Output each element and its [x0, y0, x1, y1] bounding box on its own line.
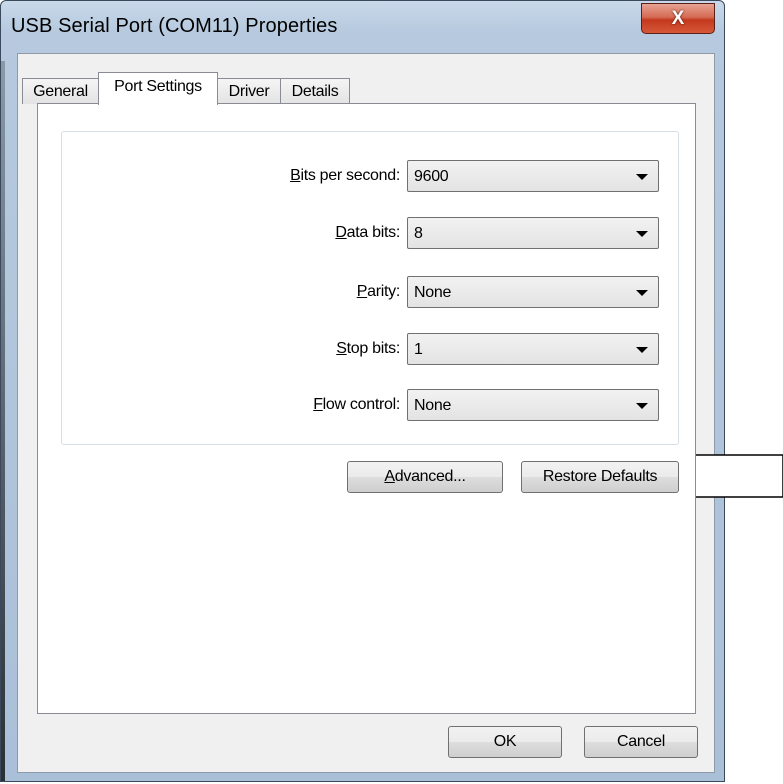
chevron-down-icon [636, 347, 648, 353]
restore-defaults-button[interactable]: Restore Defaults [521, 461, 679, 493]
chevron-down-icon [636, 231, 648, 237]
setting-row-parity: Parity: None [62, 276, 678, 308]
setting-row-flow-control: Flow control: None [62, 389, 678, 421]
parity-label: Parity: [356, 283, 401, 300]
dialog-client-area: General Port Settings Driver Details Bit… [17, 53, 715, 773]
setting-row-bits-per-second: Bits per second: 9600 [62, 160, 678, 192]
chevron-down-icon [636, 174, 648, 180]
setting-row-data-bits: Data bits: 8 [62, 217, 678, 249]
chevron-down-icon [636, 403, 648, 409]
port-settings-group: Bits per second: 9600 Data bits: 8 Parit… [61, 131, 679, 445]
flow-control-label: Flow control: [313, 396, 400, 413]
data-bits-value: 8 [414, 225, 423, 242]
stop-bits-dropdown[interactable]: 1 [407, 333, 659, 365]
parity-dropdown[interactable]: None [407, 276, 659, 308]
properties-window: USB Serial Port (COM11) Properties X Gen… [0, 0, 725, 782]
flow-control-dropdown[interactable]: None [407, 389, 659, 421]
flow-control-value: None [414, 397, 452, 414]
stop-bits-value: 1 [414, 341, 423, 358]
parity-value: None [414, 284, 452, 301]
bits-per-second-value: 9600 [414, 168, 449, 185]
advanced-button[interactable]: Advanced... [347, 461, 503, 493]
bits-per-second-label: Bits per second: [290, 167, 400, 184]
setting-row-stop-bits: Stop bits: 1 [62, 333, 678, 365]
bits-per-second-dropdown[interactable]: 9600 [407, 160, 659, 192]
tab-port-settings[interactable]: Port Settings [98, 72, 218, 105]
data-bits-dropdown[interactable]: 8 [407, 217, 659, 249]
port-settings-panel: Bits per second: 9600 Data bits: 8 Parit… [37, 103, 696, 714]
stop-bits-label: Stop bits: [336, 340, 400, 357]
chevron-down-icon [636, 290, 648, 296]
data-bits-label: Data bits: [335, 224, 400, 241]
